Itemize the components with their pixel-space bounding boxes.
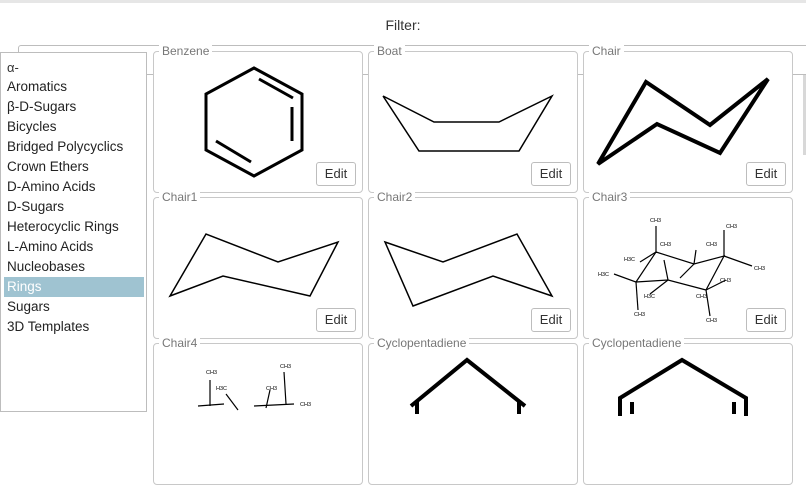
methyl-label: CH3: [754, 266, 765, 272]
methyl-label: H3C: [598, 272, 609, 278]
methyl-label: CH3: [280, 364, 291, 370]
category-item-heterocyclic-rings[interactable]: Heterocyclic Rings: [4, 217, 144, 237]
category-item-nucleobases[interactable]: Nucleobases: [4, 257, 144, 277]
edit-button[interactable]: Edit: [316, 162, 356, 186]
template-tile-benzene[interactable]: Benzene Edit: [153, 44, 363, 193]
methyl-label: CH3: [266, 386, 277, 392]
template-tile-chair[interactable]: Chair Edit: [583, 44, 793, 193]
edit-button[interactable]: Edit: [746, 308, 786, 332]
category-item-beta-d-sugars[interactable]: β-D-Sugars: [4, 97, 144, 117]
methyl-label: CH3: [726, 224, 737, 230]
template-name: Cyclopentadiene: [589, 336, 685, 350]
methyl-label: H3C: [624, 257, 635, 263]
category-item-bicycles[interactable]: Bicycles: [4, 117, 144, 137]
template-name: Chair3: [589, 190, 631, 204]
category-item-rings[interactable]: Rings: [4, 277, 144, 297]
template-name: Cyclopentadiene: [374, 336, 470, 350]
template-tile-chair4[interactable]: CH3 CH3 H3C CH3 CH3 Chair4: [153, 336, 363, 485]
filter-label: Filter:: [385, 17, 421, 33]
template-tile-cyclopentadiene-2[interactable]: Cyclopentadiene: [583, 336, 793, 485]
chair4-structure: CH3 CH3 H3C CH3 CH3: [197, 364, 311, 411]
methyl-label: CH3: [300, 402, 311, 408]
category-item-d-amino-acids[interactable]: D-Amino Acids: [4, 177, 144, 197]
category-item-l-amino-acids[interactable]: L-Amino Acids: [4, 237, 144, 257]
cyclopentadiene-structure: [409, 357, 527, 414]
methyl-label: CH3: [696, 294, 707, 300]
category-list[interactable]: α- Aromatics β-D-Sugars Bicycles Bridged…: [0, 52, 147, 412]
methyl-label: CH3: [720, 278, 731, 284]
methyl-label: H3C: [216, 386, 227, 392]
template-name: Chair2: [374, 190, 416, 204]
methyl-label: CH3: [660, 242, 671, 248]
template-name: Chair4: [159, 336, 201, 350]
top-border: [0, 0, 806, 3]
cyclopentadiene-structure: [618, 357, 748, 416]
template-tile-boat[interactable]: Boat Edit: [368, 44, 578, 193]
edit-button[interactable]: Edit: [531, 308, 571, 332]
category-item-crown-ethers[interactable]: Crown Ethers: [4, 157, 144, 177]
template-tile-cyclopentadiene[interactable]: Cyclopentadiene: [368, 336, 578, 485]
category-item-partial[interactable]: α-: [7, 60, 19, 75]
category-item-3d-templates[interactable]: 3D Templates: [4, 317, 144, 337]
template-tile-chair3[interactable]: CH3 CH3 CH3 CH3 CH3 H3C H3C CH3 H3C CH3 …: [583, 190, 793, 339]
edit-button[interactable]: Edit: [316, 308, 356, 332]
template-name: Chair: [589, 44, 624, 58]
methyl-label: CH3: [706, 318, 717, 324]
methyl-label: CH3: [706, 242, 717, 248]
template-name: Benzene: [159, 44, 213, 58]
template-name: Boat: [374, 44, 405, 58]
category-item-bridged-polycyclics[interactable]: Bridged Polycyclics: [4, 137, 144, 157]
methyl-label: CH3: [650, 218, 661, 224]
template-name: Chair1: [159, 190, 201, 204]
edit-button[interactable]: Edit: [531, 162, 571, 186]
edit-button[interactable]: Edit: [746, 162, 786, 186]
template-tile-chair2[interactable]: Chair2 Edit: [368, 190, 578, 339]
category-item-aromatics[interactable]: Aromatics: [4, 77, 144, 97]
category-item-sugars[interactable]: Sugars: [4, 297, 144, 317]
methyl-label: CH3: [206, 370, 217, 376]
methyl-label: CH3: [634, 312, 645, 318]
methyl-label: H3C: [644, 294, 655, 300]
category-item-d-sugars[interactable]: D-Sugars: [4, 197, 144, 217]
template-tile-chair1[interactable]: Chair1 Edit: [153, 190, 363, 339]
